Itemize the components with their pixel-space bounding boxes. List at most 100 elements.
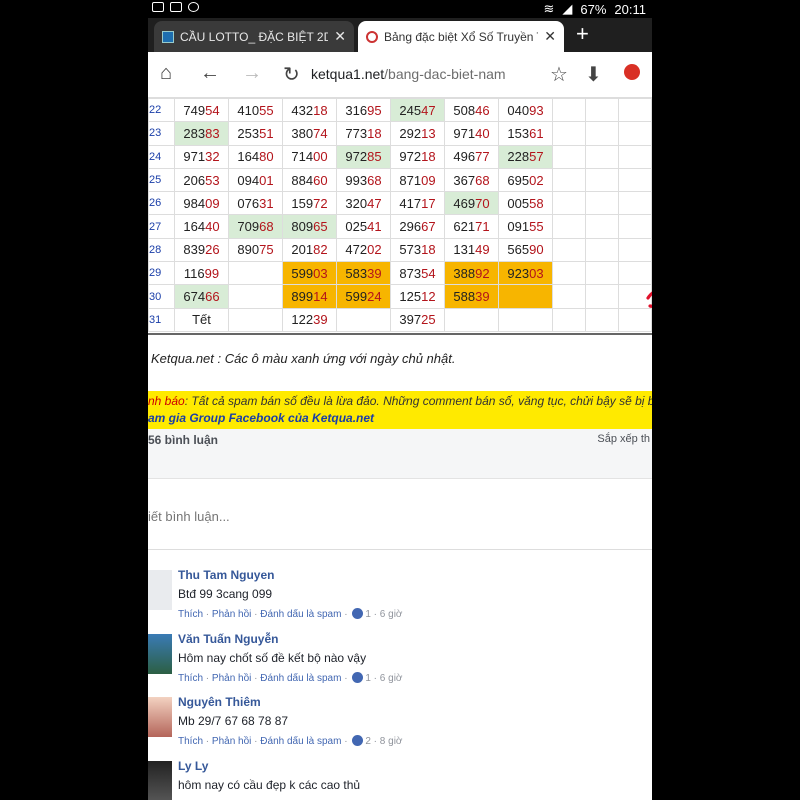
result-cell: 89075 [228, 237, 283, 263]
result-cell: 15972 [282, 191, 337, 216]
empty-cell [618, 98, 652, 123]
result-cell: 87109 [390, 167, 445, 193]
section-divider [148, 333, 652, 335]
like-link[interactable]: Thích [178, 609, 203, 620]
mark-spam-link[interactable]: Đánh dấu là spam [260, 673, 341, 684]
result-cell: 67466 [174, 284, 229, 309]
result-row: 25 20653 09401 88460 99368 87109 36768 69502 [148, 167, 652, 193]
battery-level: 67% [580, 1, 607, 17]
result-cell [498, 307, 553, 332]
day-number: 27 [148, 214, 175, 239]
avatar[interactable] [148, 697, 172, 737]
empty-cell [552, 307, 586, 332]
result-cell: 32047 [336, 191, 391, 216]
reload-icon[interactable]: ↻ [283, 62, 300, 87]
day-number: 24 [148, 144, 175, 169]
home-icon[interactable]: ⌂ [160, 62, 172, 85]
result-cell [228, 307, 283, 332]
comment-actions: Thích · Phản hồi · Đánh dấu là spam · 2 … [178, 735, 403, 747]
wifi-icon: ≋ [543, 1, 555, 16]
reply-link[interactable]: Phản hồi [212, 609, 251, 620]
day-number: 30 [148, 284, 175, 309]
day-number: 29 [148, 261, 175, 286]
avatar[interactable] [148, 570, 172, 610]
screen-icon [152, 2, 164, 12]
avatar[interactable] [148, 634, 172, 674]
empty-cell [618, 167, 652, 193]
result-cell: 49677 [444, 144, 499, 169]
empty-cell [552, 237, 586, 263]
result-cell: 07631 [228, 191, 283, 216]
bookmark-star-icon[interactable]: ☆ [550, 62, 568, 87]
result-cell: 77318 [336, 121, 391, 146]
result-cell: 50846 [444, 98, 499, 123]
empty-cell [552, 121, 586, 146]
like-count: 1 [365, 673, 371, 684]
notification-icons [152, 2, 199, 12]
commenter-name[interactable]: Ly Ly [178, 759, 208, 773]
result-cell [228, 261, 283, 286]
close-tab-icon[interactable]: ✕ [334, 28, 346, 45]
like-link[interactable]: Thích [178, 673, 203, 684]
address-bar[interactable]: ketqua1.net/bang-dac-biet-nam [311, 66, 506, 82]
empty-cell [552, 284, 586, 309]
site-favicon-icon [366, 30, 378, 43]
empty-cell [585, 284, 619, 309]
site-favicon-icon [162, 30, 174, 43]
empty-cell [585, 144, 619, 169]
sort-dropdown[interactable]: Sắp xếp th [597, 433, 650, 445]
result-cell: 62171 [444, 214, 499, 239]
result-cell: 57318 [390, 237, 445, 263]
reply-link[interactable]: Phản hồi [212, 736, 251, 747]
signal-icon: ◢ [562, 1, 573, 16]
avatar[interactable] [148, 761, 172, 800]
result-cell: 41055 [228, 98, 283, 123]
empty-cell [618, 191, 652, 216]
like-icon [352, 672, 364, 683]
new-tab-button[interactable]: + [576, 21, 589, 47]
result-row: 23 28383 25351 38074 77318 29213 97140 15361 [148, 121, 652, 146]
back-icon[interactable]: ← [200, 62, 220, 85]
results-table-container[interactable]: 22 74954 41055 43218 31695 24547 50846 04093 23 2… [148, 98, 652, 333]
result-row: 27 16440 70968 80965 02541 29667 62171 09155 [148, 214, 652, 239]
comment-input[interactable] [148, 509, 448, 524]
empty-cell [618, 121, 652, 146]
result-cell: 97285 [336, 144, 391, 169]
mark-spam-link[interactable]: Đánh dấu là spam [260, 609, 341, 620]
result-row: 29 11699 59903 58339 87354 38892 92303 [148, 261, 652, 286]
result-cell: 59924 [336, 284, 391, 309]
like-icon [352, 735, 364, 746]
result-cell: 39725 [390, 307, 445, 332]
empty-cell [585, 121, 619, 146]
forward-icon[interactable]: → [242, 62, 262, 85]
close-tab-icon[interactable]: ✕ [544, 28, 556, 45]
comment-time: 8 giờ [379, 736, 403, 747]
mark-spam-link[interactable]: Đánh dấu là spam [260, 736, 341, 747]
tab-bang-dac-biet[interactable]: Bảng đặc biệt Xổ Số Truyền Th ✕ [358, 21, 564, 52]
browser-toolbar: ⌂ ← → ↻ ketqua1.net/bang-dac-biet-nam ☆ … [148, 52, 652, 98]
result-row: 26 98409 07631 15972 32047 41717 46970 00558 [148, 191, 652, 216]
result-cell: 47202 [336, 237, 391, 263]
reply-link[interactable]: Phản hồi [212, 673, 251, 684]
commenter-name[interactable]: Thu Tam Nguyen [178, 568, 274, 582]
facebook-group-link[interactable]: am gia Group Facebook của Ketqua.net [148, 411, 374, 425]
commenter-name[interactable]: Văn Tuấn Nguyễn [178, 632, 278, 646]
empty-cell [552, 214, 586, 239]
result-cell: 00558 [498, 191, 553, 216]
screen-icon [170, 2, 182, 12]
result-cell: 16440 [174, 214, 229, 239]
spam-warning-banner: nh báo: Tất cả spam bán số đều là lừa đả… [148, 391, 652, 429]
result-cell: 89914 [282, 284, 337, 309]
result-row: 28 83926 89075 20182 47202 57318 13149 56590 [148, 237, 652, 263]
like-link[interactable]: Thích [178, 736, 203, 747]
result-cell: 80965 [282, 214, 337, 239]
extension-icon[interactable] [624, 64, 640, 80]
download-icon[interactable]: ⬇ [585, 62, 602, 87]
comment-text: Hôm nay chốt số đề kết bộ nào vậy [178, 651, 367, 665]
commenter-name[interactable]: Nguyên Thiêm [178, 695, 261, 709]
comment-text: Btđ 99 3cang 099 [178, 587, 273, 601]
comment-actions: Thích · Phản hồi · Đánh dấu là spam · 1 … [178, 672, 403, 684]
tab-cau-lotto[interactable]: CẦU LOTTO_ ĐẶC BIỆT 2D 3D ✕ [154, 21, 354, 52]
result-cell [336, 307, 391, 332]
result-cell: 97132 [174, 144, 229, 169]
